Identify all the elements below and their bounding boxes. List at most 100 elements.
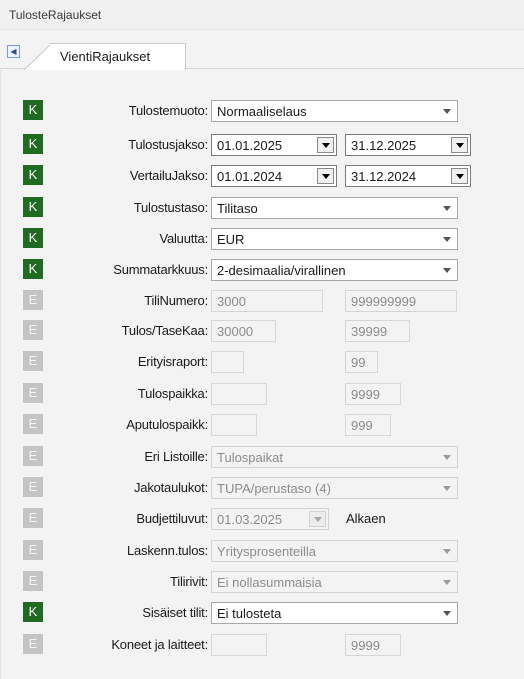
jakotaulukot-value: TUPA/perustaso (4) (217, 481, 331, 496)
input-value: 30000 (217, 324, 254, 339)
tulostemuoto-value: Normaaliselaus (217, 104, 307, 119)
date-value: 01.03.2025 (217, 512, 283, 527)
label-tulostasekaa: Tulos/TaseKaa: (121, 323, 209, 338)
erilistoille-select[interactable]: Tulospaikat (211, 446, 458, 468)
chevron-down-icon (443, 237, 451, 242)
erityisraport-from-input[interactable] (211, 351, 244, 373)
label-tulostusjakso: Tulostusjakso: (128, 137, 208, 152)
label-sisaisettilit: Sisäiset tilit: (142, 605, 208, 620)
valuutta-value: EUR (217, 232, 245, 247)
date-dropdown-button[interactable] (451, 168, 468, 184)
date-dropdown-button[interactable] (451, 137, 468, 153)
badge-k[interactable]: K (23, 134, 43, 154)
vertailujakso-end-date[interactable]: 31.12.2024 (345, 165, 471, 187)
label-aputulospaikk: Aputulospaikk: (126, 417, 208, 432)
badge-e[interactable]: E (23, 477, 43, 497)
tulostusjakso-start-date[interactable]: 01.01.2025 (211, 134, 337, 156)
tulostustaso-select[interactable]: Tilitaso (211, 197, 458, 219)
badge-e[interactable]: E (23, 634, 43, 654)
date-dropdown-button[interactable] (317, 168, 334, 184)
input-value: 99 (351, 355, 366, 370)
input-value: 39999 (351, 324, 388, 339)
row-tulospaikka: E Tulospaikka: 9999 (1, 383, 524, 405)
chevron-down-icon (443, 486, 451, 491)
aputulospaikk-from-input[interactable] (211, 414, 257, 436)
badge-e[interactable]: E (23, 508, 43, 528)
badge-e[interactable]: E (23, 414, 43, 434)
summatarkkuus-value: 2-desimaalia/virallinen (217, 263, 346, 278)
date-value: 31.12.2024 (351, 169, 417, 184)
valuutta-select[interactable]: EUR (211, 228, 458, 250)
tilirivit-value: Ei nollasummaisia (217, 575, 322, 590)
tilinumero-to-input[interactable]: 999999999 (345, 290, 457, 312)
date-dropdown-button[interactable] (309, 511, 326, 527)
input-value: 3000 (217, 294, 246, 309)
summatarkkuus-select[interactable]: 2-desimaalia/virallinen (211, 259, 458, 281)
date-value: 01.01.2025 (217, 138, 283, 153)
vertailujakso-start-date[interactable]: 01.01.2024 (211, 165, 337, 187)
tab-vientirajaukset[interactable]: VientiRajaukset (50, 43, 186, 70)
chevron-down-icon (443, 580, 451, 585)
badge-k[interactable]: K (23, 165, 43, 185)
badge-k[interactable]: K (23, 259, 43, 279)
badge-e[interactable]: E (23, 571, 43, 591)
laskenntulos-select[interactable]: Yritysprosenteilla (211, 540, 458, 562)
sisaisettilit-select[interactable]: Ei tulosteta (211, 602, 458, 624)
tulostasekaa-to-input[interactable]: 39999 (345, 320, 410, 342)
erilistoille-value: Tulospaikat (217, 450, 283, 465)
label-vertailujakso: VertailuJakso: (129, 168, 208, 183)
koneetjalaitteet-to-input[interactable]: 9999 (345, 634, 401, 656)
chevron-down-icon (443, 268, 451, 273)
badge-k[interactable]: K (23, 602, 43, 622)
row-sisaisettilit: K Sisäiset tilit: Ei tulosteta (1, 602, 524, 624)
badge-k[interactable]: K (23, 228, 43, 248)
chevron-down-icon (456, 174, 464, 179)
aputulospaikk-to-input[interactable]: 999 (345, 414, 391, 436)
badge-e[interactable]: E (23, 351, 43, 371)
tab-strip: ◀ VientiRajaukset (0, 37, 524, 70)
date-value: 31.12.2025 (351, 138, 417, 153)
input-value: 999 (351, 418, 373, 433)
form-panel: K Tulostemuoto: Normaaliselaus K Tulostu… (0, 70, 524, 679)
row-tulostusjakso: K Tulostusjakso: 01.01.2025 31.12.2025 (1, 134, 524, 156)
badge-e[interactable]: E (23, 383, 43, 403)
badge-k[interactable]: K (23, 197, 43, 217)
chevron-down-icon (322, 174, 330, 179)
badge-e[interactable]: E (23, 290, 43, 310)
tulostusjakso-end-date[interactable]: 31.12.2025 (345, 134, 471, 156)
budjettiluvut-date[interactable]: 01.03.2025 (211, 508, 329, 530)
tulostemuoto-select[interactable]: Normaaliselaus (211, 100, 458, 122)
date-dropdown-button[interactable] (317, 137, 334, 153)
badge-e[interactable]: E (23, 540, 43, 560)
koneetjalaitteet-from-input[interactable] (211, 634, 267, 656)
label-laskenntulos: Laskenn.tulos: (126, 543, 208, 558)
jakotaulukot-select[interactable]: TUPA/perustaso (4) (211, 477, 458, 499)
tilirivit-select[interactable]: Ei nollasummaisia (211, 571, 458, 593)
chevron-down-icon (443, 611, 451, 616)
input-value: 9999 (351, 387, 380, 402)
row-tulostasekaa: E Tulos/TaseKaa: 30000 39999 (1, 320, 524, 342)
laskenntulos-value: Yritysprosenteilla (217, 544, 316, 559)
tulospaikka-from-input[interactable] (211, 383, 267, 405)
erityisraport-to-input[interactable]: 99 (345, 351, 378, 373)
budjettiluvut-suffix: Alkaen (346, 511, 386, 526)
chevron-down-icon (443, 549, 451, 554)
label-tulostustaso: Tulostustaso: (133, 200, 208, 215)
input-value: 9999 (351, 638, 380, 653)
chevron-down-icon (443, 206, 451, 211)
tab-scroll-left-icon[interactable]: ◀ (7, 45, 20, 58)
tulostustaso-value: Tilitaso (217, 201, 258, 216)
window-title: TulosteRajaukset (9, 8, 102, 22)
tulostasekaa-from-input[interactable]: 30000 (211, 320, 276, 342)
tilinumero-from-input[interactable]: 3000 (211, 290, 323, 312)
badge-k[interactable]: K (23, 100, 43, 120)
label-budjettiluvut: Budjettiluvut: (136, 511, 208, 526)
label-tulostemuoto: Tulostemuoto: (128, 103, 208, 118)
badge-e[interactable]: E (23, 320, 43, 340)
chevron-down-icon (314, 517, 322, 522)
tulospaikka-to-input[interactable]: 9999 (345, 383, 401, 405)
label-jakotaulukot: Jakotaulukot: (133, 480, 208, 495)
row-erityisraport: E Erityisraport: 99 (1, 351, 524, 373)
badge-e[interactable]: E (23, 446, 43, 466)
input-value: 999999999 (351, 294, 417, 309)
